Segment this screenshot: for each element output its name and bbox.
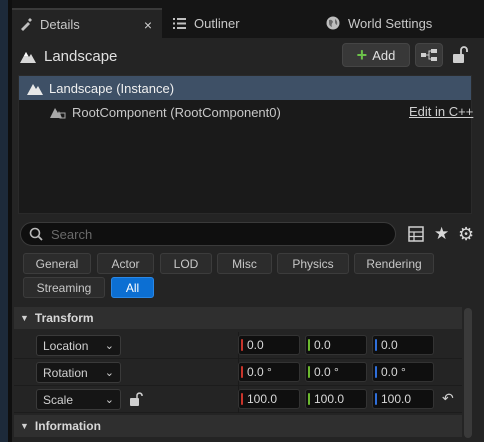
search-icon [29, 227, 43, 241]
tab-details[interactable]: Details × [12, 8, 162, 38]
rotation-x-value: 0.0 ° [247, 365, 272, 379]
filter-general[interactable]: General [23, 253, 91, 274]
details-icon [18, 17, 32, 31]
filter-all[interactable]: All [111, 277, 154, 298]
collapse-caret-icon: ▼ [20, 313, 29, 323]
filter-rendering[interactable]: Rendering [354, 253, 434, 274]
unlock-icon[interactable] [129, 391, 143, 407]
scale-y-value: 100.0 [314, 392, 345, 406]
tab-world-settings[interactable]: World Settings [326, 8, 476, 38]
location-y-field[interactable]: 0.0 [305, 335, 367, 355]
landscape-icon [20, 52, 36, 63]
tree-row-root-component[interactable]: RootComponent (RootComponent0) [50, 101, 470, 123]
outliner-icon [172, 16, 186, 30]
section-transform[interactable]: ▼ Transform [14, 307, 462, 329]
scale-label: Scale [43, 392, 74, 407]
tab-bar: Details × Outliner World Settings [12, 8, 484, 38]
scale-x-value: 100.0 [247, 392, 278, 406]
left-edge-viewport [0, 0, 8, 442]
rotation-x-field[interactable]: 0.0 ° [238, 362, 300, 382]
hierarchy-icon [421, 49, 437, 61]
chevron-down-icon: ⌄ [104, 367, 114, 379]
rotation-z-value: 0.0 ° [381, 365, 406, 379]
property-row-location: Location ⌄ 0.0 0.0 0.0 [14, 332, 462, 359]
axis-x-marker [241, 393, 243, 405]
property-row-scale: Scale ⌄ 100.0 100.0 100.0 ↶ [14, 386, 462, 413]
landscape-icon [27, 84, 43, 95]
landscape-component-icon [50, 108, 66, 119]
location-x-value: 0.0 [247, 338, 264, 352]
edit-in-cpp-link[interactable]: Edit in C++ [409, 104, 473, 119]
rotation-label: Rotation [43, 365, 88, 380]
filter-actor[interactable]: Actor [97, 253, 154, 274]
globe-icon [326, 16, 340, 30]
rotation-z-field[interactable]: 0.0 ° [372, 362, 434, 382]
axis-y-marker [308, 366, 310, 378]
chevron-down-icon: ⌄ [104, 394, 114, 406]
add-button-label: Add [372, 47, 396, 63]
unlock-icon[interactable] [452, 46, 468, 64]
location-y-value: 0.0 [314, 338, 331, 352]
table-view-icon[interactable] [408, 226, 424, 242]
details-header: Landscape [20, 42, 480, 70]
plus-icon: + [356, 45, 368, 65]
location-mode-dropdown[interactable]: Location ⌄ [36, 335, 121, 356]
filter-lod[interactable]: LOD [160, 253, 212, 274]
tree-row-label: Landscape (Instance) [49, 80, 175, 96]
section-transform-label: Transform [34, 311, 94, 325]
tab-outliner[interactable]: Outliner [172, 8, 312, 38]
chevron-down-icon: ⌄ [104, 340, 114, 352]
blueprint-button[interactable] [415, 43, 443, 67]
filter-physics[interactable]: Physics [277, 253, 349, 274]
location-label: Location [43, 338, 89, 353]
tree-row-landscape-instance[interactable]: Landscape (Instance) [19, 76, 471, 100]
gear-icon[interactable]: ⚙ [458, 224, 474, 245]
actor-title: Landscape [44, 47, 118, 65]
axis-z-marker [375, 393, 377, 405]
scale-y-field[interactable]: 100.0 [305, 389, 367, 409]
tab-outliner-label: Outliner [194, 15, 240, 31]
axis-x-marker [241, 339, 243, 351]
scale-z-value: 100.0 [381, 392, 412, 406]
location-z-field[interactable]: 0.0 [372, 335, 434, 355]
rotation-mode-dropdown[interactable]: Rotation ⌄ [36, 362, 121, 383]
tab-world-settings-label: World Settings [348, 15, 433, 31]
scale-x-field[interactable]: 100.0 [238, 389, 300, 409]
section-information-label: Information [34, 419, 101, 433]
tree-row-label: RootComponent (RootComponent0) [72, 104, 281, 120]
axis-z-marker [375, 339, 377, 351]
filter-streaming[interactable]: Streaming [23, 277, 105, 298]
rotation-y-field[interactable]: 0.0 ° [305, 362, 367, 382]
collapse-caret-icon: ▼ [20, 421, 29, 431]
add-component-button[interactable]: + Add [342, 43, 410, 67]
location-x-field[interactable]: 0.0 [238, 335, 300, 355]
reset-to-default-icon[interactable]: ↶ [442, 390, 454, 407]
axis-y-marker [308, 339, 310, 351]
search-input[interactable] [51, 226, 371, 242]
star-icon[interactable]: ★ [434, 224, 449, 244]
tab-details-label: Details [40, 16, 80, 32]
axis-y-marker [308, 393, 310, 405]
scale-mode-dropdown[interactable]: Scale ⌄ [36, 389, 121, 410]
location-z-value: 0.0 [381, 338, 398, 352]
section-information[interactable]: ▼ Information [14, 415, 462, 437]
filter-misc[interactable]: Misc [217, 253, 272, 274]
property-row-rotation: Rotation ⌄ 0.0 ° 0.0 ° 0.0 ° [14, 359, 462, 386]
search-box[interactable] [20, 222, 396, 246]
axis-x-marker [241, 366, 243, 378]
axis-z-marker [375, 366, 377, 378]
close-icon[interactable]: × [144, 17, 152, 33]
scale-z-field[interactable]: 100.0 [372, 389, 434, 409]
details-scrollbar[interactable] [464, 308, 472, 438]
rotation-y-value: 0.0 ° [314, 365, 339, 379]
